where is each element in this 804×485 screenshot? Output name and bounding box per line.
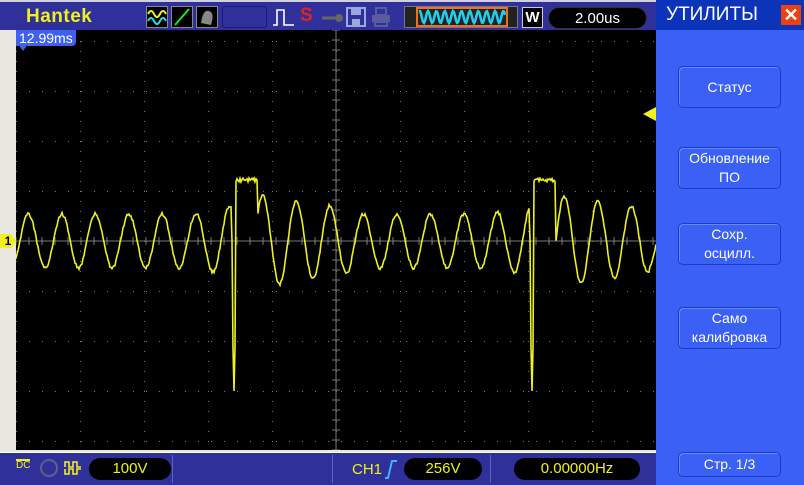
self-calibration-button[interactable]: Само калибровка (678, 307, 781, 349)
bandwidth-limit-icon (40, 459, 58, 477)
coupling-indicator[interactable]: DC (16, 459, 30, 471)
brand-logo: Hantek (26, 6, 92, 28)
timebase-readout[interactable]: 2.00us (548, 7, 647, 29)
save-icon[interactable] (346, 7, 366, 32)
menu-title: УТИЛИТЫ ✕ (656, 0, 804, 30)
frequency-readout: 0.00000Hz (514, 458, 640, 480)
persistence-icon[interactable] (196, 6, 218, 28)
top-toolbar: Hantek S W 2.00us (0, 0, 656, 30)
run-state[interactable]: S (300, 5, 313, 27)
key-icon (321, 11, 345, 29)
status-button[interactable]: Статус (678, 66, 781, 108)
xy-mode-icon[interactable] (171, 6, 193, 28)
trigger-pulse-icon (272, 7, 296, 32)
trigger-position-arrow-icon (18, 44, 28, 52)
trigger-channel: CH1 (352, 461, 382, 478)
rising-edge-icon[interactable] (384, 459, 398, 484)
dual-wave-icon[interactable] (146, 6, 168, 28)
firmware-update-button[interactable]: Обновление ПО (678, 147, 781, 189)
memory-overview[interactable] (404, 6, 518, 28)
status-box (222, 6, 267, 28)
save-waveform-button[interactable]: Сохр. осцилл. (678, 223, 781, 265)
close-icon[interactable]: ✕ (781, 5, 801, 25)
invert-icon (64, 460, 84, 481)
trigger-level[interactable]: 256V (404, 458, 482, 480)
page-button[interactable]: Стр. 1/3 (678, 452, 781, 477)
utilities-menu: УТИЛИТЫ ✕ Статус Обновление ПО Сохр. осци… (656, 0, 804, 485)
wave-mode-button[interactable]: W (522, 7, 543, 28)
print-icon[interactable] (371, 7, 391, 32)
waveform-display[interactable]: 12.99ms (16, 30, 656, 450)
menu-title-text: УТИЛИТЫ (666, 4, 758, 25)
volts-per-div[interactable]: 100V (89, 458, 171, 480)
channel1-marker[interactable]: 1 (0, 234, 16, 248)
trigger-level-arrow-icon[interactable] (643, 107, 656, 121)
status-bar: DC 100V CH1 256V 0.00000Hz (0, 452, 656, 485)
